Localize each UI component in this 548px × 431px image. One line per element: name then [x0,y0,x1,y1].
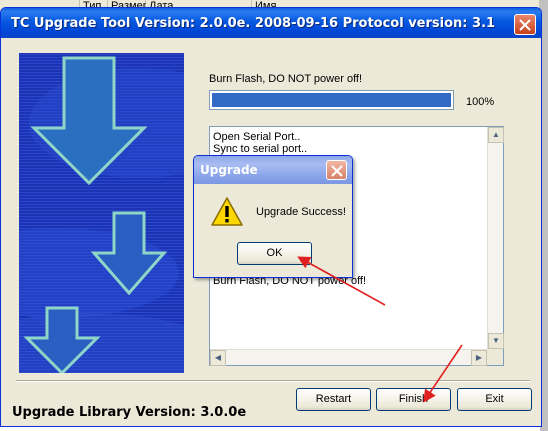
upgrade-banner-image [19,53,184,373]
progress-fill [212,93,451,107]
restart-button[interactable]: Restart [296,388,371,411]
finish-button[interactable]: Finish [376,388,451,411]
dialog-title: Upgrade [200,163,258,177]
scroll-down-button[interactable]: ▼ [488,333,504,349]
log-line: Sync to serial port.. [213,143,308,155]
log-line: Open Serial Port.. [213,131,301,143]
upgrade-dialog: Upgrade Upgrade Success! OK [193,155,353,278]
scroll-up-button[interactable]: ▲ [488,127,504,143]
progress-percent: 100% [466,96,495,108]
separator-line [16,380,530,382]
scroll-corner [487,349,503,365]
status-text: Burn Flash, DO NOT power off! [209,73,363,85]
log-vertical-scrollbar[interactable]: ▲ ▼ [487,127,504,349]
window-title: TC Upgrade Tool Version: 2.0.0e. 2008-09… [11,16,496,31]
exit-button[interactable]: Exit [457,388,532,411]
ok-button[interactable]: OK [237,242,312,265]
upgrade-progress-bar [209,90,454,110]
close-icon [331,165,343,177]
scroll-right-button[interactable]: ▶ [471,350,487,366]
log-horizontal-scrollbar[interactable]: ◀ ▶ [210,349,503,366]
dialog-message: Upgrade Success! [256,206,346,218]
library-version-label: Upgrade Library Version: 3.0.0e [12,405,247,420]
close-icon [519,19,531,31]
window-titlebar[interactable]: TC Upgrade Tool Version: 2.0.0e. 2008-09… [1,8,541,38]
dialog-titlebar[interactable]: Upgrade [194,156,352,184]
scroll-left-button[interactable]: ◀ [210,350,226,366]
dialog-close-button[interactable] [326,160,347,180]
window-close-button[interactable] [514,14,536,35]
warning-icon [211,197,243,226]
